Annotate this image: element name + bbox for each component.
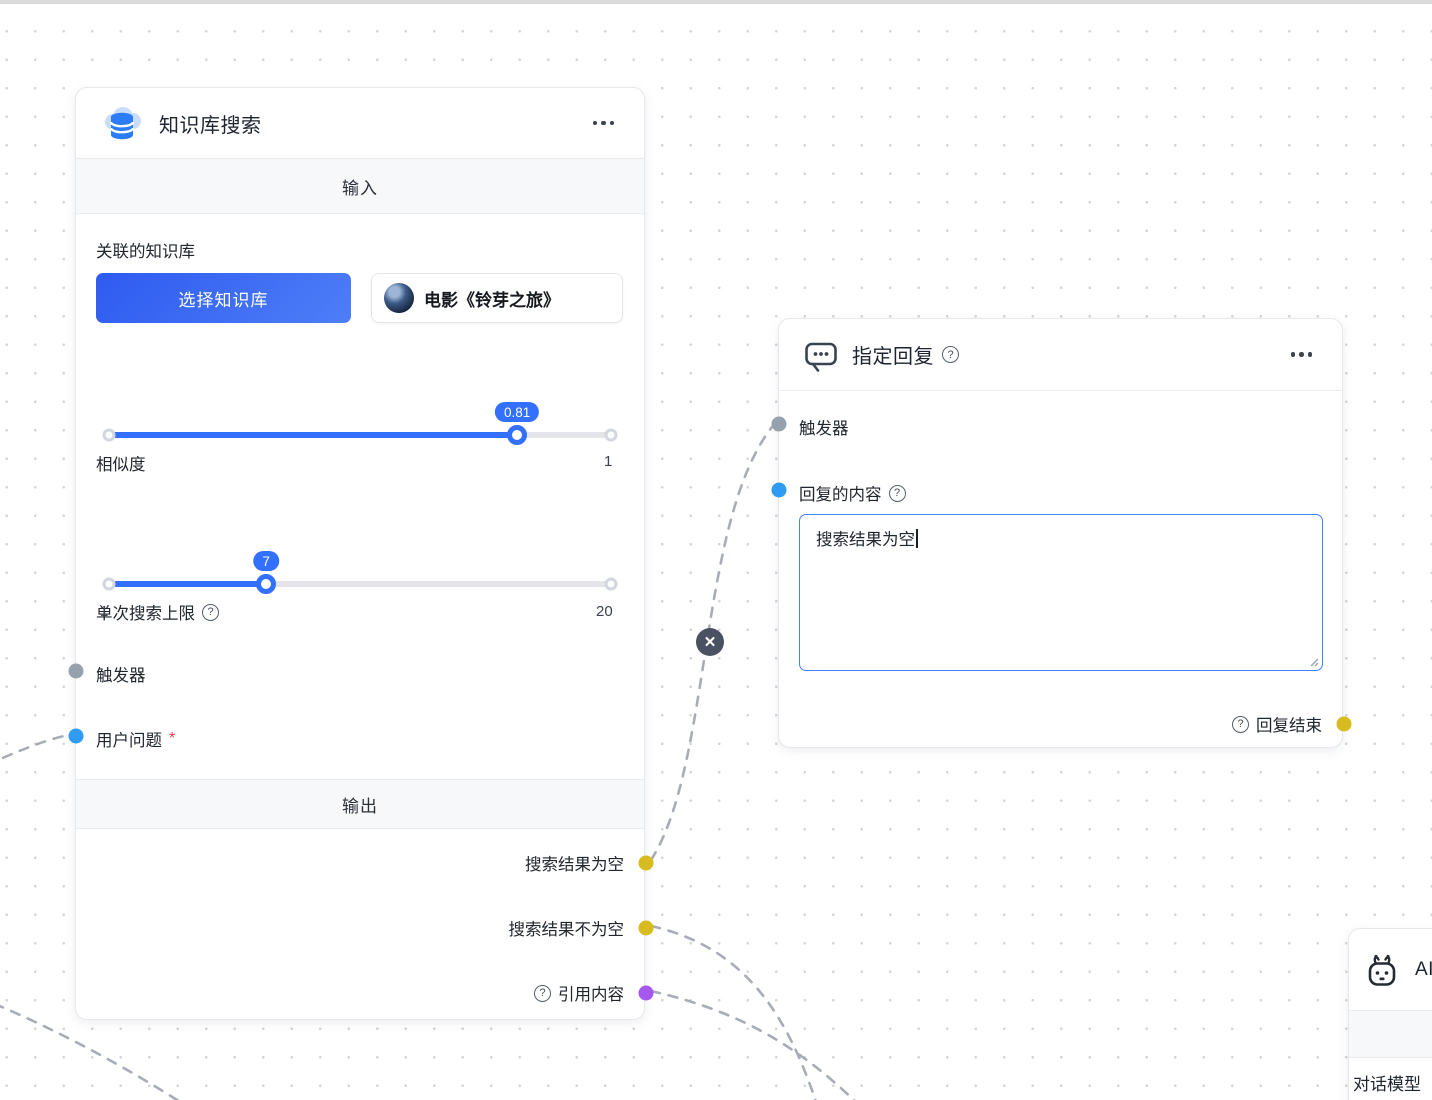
reply-node-title: 指定回复 — [852, 346, 934, 368]
kb-input-header-label: 输入 — [342, 178, 378, 198]
wire-delete-button[interactable]: ✕ — [696, 628, 724, 656]
slider-min-endcap — [102, 577, 116, 591]
limit-value-badge: 7 — [253, 551, 279, 571]
user-question-label: 用户问题 — [96, 732, 162, 750]
knowledge-base-icon — [105, 107, 141, 140]
help-icon[interactable]: ? — [202, 603, 219, 621]
workflow-canvas[interactable]: ✕ 知识库搜索 输入 关联的知识库 选择知识库 电影《铃芽之旅》 相似度 0.8… — [0, 0, 1432, 1100]
output-row-not-empty: 搜索结果不为空 — [509, 916, 625, 940]
node-kb-search[interactable]: 知识库搜索 输入 关联的知识库 选择知识库 电影《铃芽之旅》 相似度 0.81 … — [68, 87, 654, 1020]
help-icon[interactable]: ? — [888, 484, 906, 502]
help-icon[interactable]: ? — [534, 984, 551, 1002]
required-asterisk: * — [169, 730, 176, 747]
reply-content-row: 回复的内容 ? — [799, 481, 906, 505]
reply-node-header[interactable]: 指定回复 ? — [779, 319, 1342, 391]
similarity-slider-thumb[interactable] — [507, 425, 528, 445]
limit-min-label: 1 — [100, 603, 109, 620]
ai-input-section-header — [1349, 1011, 1432, 1058]
reply-node-menu-button[interactable] — [1285, 346, 1319, 363]
output-row-quote: ? 引用内容 — [534, 981, 624, 1005]
output-quote-label: 引用内容 — [558, 986, 624, 1004]
wire-notempty-out[interactable] — [649, 924, 818, 1100]
kb-node-title: 知识库搜索 — [159, 114, 262, 137]
resize-grip-icon[interactable] — [1308, 656, 1319, 667]
similarity-label: 相似度 — [96, 456, 146, 474]
limit-slider-thumb[interactable] — [256, 574, 277, 594]
kb-chip-avatar — [384, 283, 414, 313]
user-question-row: 用户问题 * — [96, 727, 175, 751]
slider-max-endcap — [604, 577, 618, 591]
reply-content-text: 搜索结果为空 — [816, 531, 915, 549]
similarity-slider[interactable]: 0.81 — [102, 402, 618, 445]
port-reply-trigger-in[interactable] — [771, 416, 787, 432]
text-cursor — [916, 529, 918, 548]
search-limit-slider[interactable]: 7 — [102, 551, 618, 594]
node-specified-reply[interactable]: 指定回复 ? 触发器 回复的内容 ? 搜索结果为空 ? 回复结束 — [771, 318, 1352, 748]
similarity-value-badge: 0.81 — [494, 402, 540, 422]
search-limit-label: 单次搜索上限 ? — [96, 600, 219, 624]
kb-trigger-label: 触发器 — [96, 667, 146, 685]
kb-chip-name: 电影《铃芽之旅》 — [424, 290, 560, 310]
chat-bubble-icon — [805, 342, 837, 372]
reply-trigger-row: 触发器 — [799, 415, 849, 439]
ai-node-title: AI — [1415, 958, 1432, 980]
port-result-not-empty-out[interactable] — [638, 920, 654, 936]
kb-node-menu-button[interactable] — [587, 115, 621, 132]
port-result-empty-out[interactable] — [638, 855, 654, 871]
port-reply-end-out[interactable] — [1336, 716, 1352, 732]
slider-min-endcap — [102, 428, 116, 442]
kb-output-header-label: 输出 — [342, 796, 378, 816]
similarity-max-label: 1 — [604, 453, 613, 470]
reply-end-row: ? 回复结束 — [1232, 712, 1322, 736]
ai-node-header[interactable]: AI — [1349, 929, 1432, 1011]
top-divider — [0, 0, 1432, 4]
limit-max-label: 20 — [596, 603, 613, 620]
kb-chip[interactable]: 电影《铃芽之旅》 — [371, 273, 623, 323]
port-kb-trigger-in[interactable] — [68, 663, 84, 679]
output-row-empty: 搜索结果为空 — [525, 851, 624, 875]
help-icon[interactable]: ? — [942, 346, 959, 363]
reply-trigger-label: 触发器 — [799, 420, 849, 438]
kb-input-section-header: 输入 — [76, 159, 644, 214]
assoc-kb-label: 关联的知识库 — [96, 243, 195, 261]
kb-output-section-header: 输出 — [76, 779, 644, 829]
kb-trigger-row: 触发器 — [96, 662, 146, 686]
reply-end-label: 回复结束 — [1256, 717, 1322, 735]
help-icon[interactable]: ? — [1232, 715, 1249, 733]
slider-max-endcap — [604, 428, 618, 442]
reply-content-label: 回复的内容 — [799, 486, 882, 504]
ai-model-label: 对话模型 — [1353, 1075, 1421, 1094]
wire-quote-out[interactable] — [649, 989, 862, 1100]
port-reply-content-in[interactable] — [771, 482, 787, 498]
select-kb-button[interactable]: 选择知识库 — [96, 273, 351, 323]
output-empty-label: 搜索结果为空 — [525, 856, 624, 874]
port-user-question-in[interactable] — [68, 728, 84, 744]
reply-content-textarea[interactable]: 搜索结果为空 — [799, 514, 1323, 671]
output-not-empty-label: 搜索结果不为空 — [508, 921, 625, 939]
wire-user-question-in[interactable] — [0, 733, 71, 772]
kb-node-header[interactable]: 知识库搜索 — [76, 88, 644, 159]
ai-robot-icon — [1368, 954, 1396, 986]
port-quote-content-out[interactable] — [638, 985, 654, 1001]
node-ai-chat[interactable]: AI 对话模型 — [1348, 928, 1432, 1100]
